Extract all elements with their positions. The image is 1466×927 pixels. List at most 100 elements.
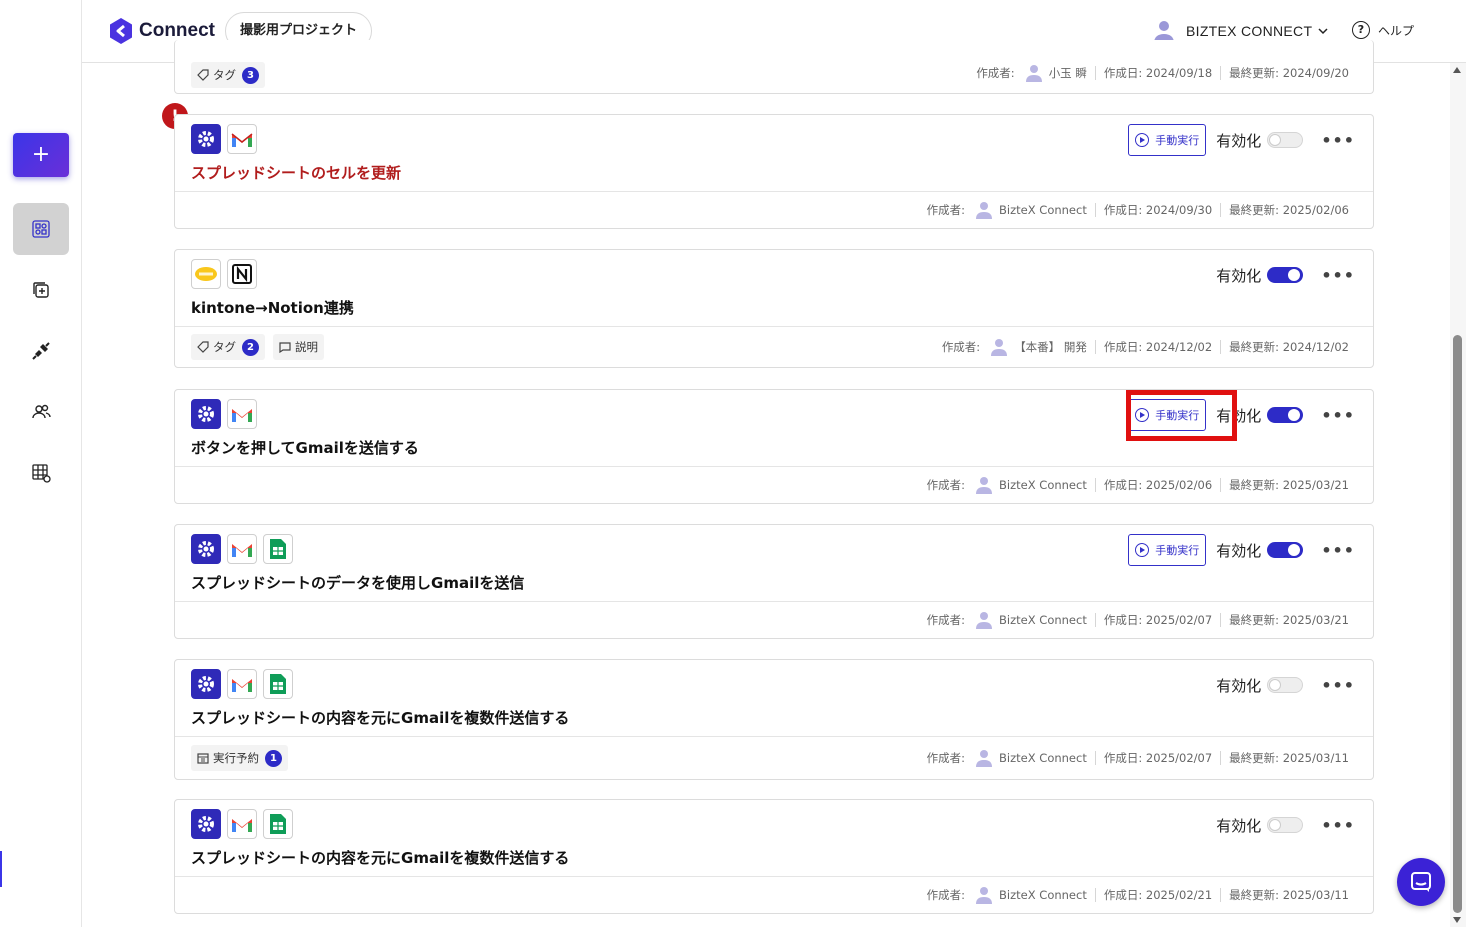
enable-toggle[interactable] (1267, 267, 1304, 283)
created-date: 2025/02/07 (1145, 613, 1213, 627)
creator-avatar-icon (991, 339, 1008, 356)
workflows-icon (32, 220, 50, 238)
creator-name: BizteX Connect (999, 751, 1087, 765)
description-chip[interactable]: 説明 (273, 334, 324, 360)
workflow-title[interactable]: スプレッドシートの内容を元にGmailを複数件送信する (191, 707, 569, 728)
scrollbar-thumb[interactable] (1453, 335, 1462, 913)
manual-run-button[interactable]: 手動実行 (1128, 534, 1207, 566)
enable-label: 有効化 (1216, 266, 1262, 285)
created-label: 作成日: (1103, 888, 1143, 902)
play-icon (1135, 543, 1150, 557)
left-sidebar: + (0, 0, 82, 927)
highlight-annotation-box (1126, 390, 1237, 441)
google-sheets-app-icon (263, 534, 293, 564)
creator-label: 作成者: (976, 66, 1015, 80)
tag-label: タグ (213, 340, 236, 354)
workflow-card[interactable]: kintone→Notion連携 有効化 ••• タグ 2 説明 作成者: 【本… (174, 249, 1374, 368)
updated-date: 2025/02/06 (1282, 203, 1349, 217)
sidebar-item-templates[interactable] (13, 264, 69, 316)
workflow-card[interactable]: スプレッドシートのデータを使用しGmailを送信 手動実行 有効化 ••• 作成… (174, 524, 1374, 639)
workflow-card[interactable]: スプレッドシートの内容を元にGmailを複数件送信する 有効化 ••• 作成者:… (174, 799, 1374, 914)
creator-name: BizteX Connect (999, 888, 1087, 902)
created-label: 作成日: (1103, 478, 1143, 492)
more-options-icon[interactable]: ••• (1321, 676, 1355, 695)
scheduled-run-chip[interactable]: 実行予約 1 (191, 745, 288, 771)
google-sheets-app-icon (263, 669, 293, 699)
enable-toggle[interactable] (1267, 542, 1304, 558)
gmail-app-icon (227, 399, 257, 429)
more-options-icon[interactable]: ••• (1321, 406, 1355, 425)
workflow-title[interactable]: スプレッドシートのセルを更新 (191, 162, 401, 183)
scheduled-count-badge: 1 (265, 749, 282, 767)
creator-avatar-icon (976, 202, 993, 219)
created-date: 2024/09/18 (1145, 66, 1213, 80)
tag-icon (197, 69, 209, 81)
help-link[interactable]: ? ヘルプ (1352, 21, 1414, 39)
user-name: BIZTEX CONNECT (1186, 23, 1313, 39)
more-options-icon[interactable]: ••• (1321, 816, 1355, 835)
creator-name: BizteX Connect (999, 613, 1087, 627)
updated-date: 2024/12/02 (1282, 340, 1349, 354)
workflow-card[interactable]: スプレッドシートのセルを更新 手動実行 有効化 ••• 作成者: BizteX … (174, 114, 1374, 229)
settings-app-icon (191, 669, 221, 699)
updated-date: 2025/03/21 (1282, 613, 1349, 627)
enable-toggle[interactable] (1267, 407, 1304, 423)
sidebar-item-members[interactable] (13, 386, 69, 438)
play-icon (1135, 133, 1150, 147)
creator-name: BizteX Connect (999, 478, 1087, 492)
calendar-icon (197, 753, 209, 764)
workflow-card[interactable]: スプレッドシートの内容を元にGmailを複数件送信する 有効化 ••• 実行予約… (174, 659, 1374, 780)
gmail-app-icon (227, 124, 257, 154)
create-workflow-button[interactable]: + (13, 133, 69, 177)
created-label: 作成日: (1103, 340, 1143, 354)
created-date: 2025/02/21 (1145, 888, 1213, 902)
more-options-icon[interactable]: ••• (1321, 131, 1355, 150)
sidebar-item-workflows[interactable] (13, 203, 69, 255)
creator-label: 作成者: (926, 613, 966, 627)
enable-toggle[interactable] (1267, 677, 1304, 693)
google-sheets-app-icon (263, 809, 293, 839)
connect-logo-icon (110, 18, 132, 44)
scheduled-label: 実行予約 (213, 751, 259, 765)
creator-avatar-icon (976, 612, 993, 629)
created-date: 2025/02/07 (1145, 751, 1213, 765)
tag-chip[interactable]: タグ 3 (191, 62, 265, 88)
chat-icon (1411, 872, 1431, 892)
creator-label: 作成者: (926, 478, 966, 492)
workflow-card-partial[interactable]: タグ 3 作成者: 小玉 瞬 作成日: 2024/09/18 最終更新: 202… (174, 40, 1374, 94)
sidebar-item-datastore[interactable] (13, 447, 69, 499)
sidebar-edge-marker (0, 851, 2, 887)
manual-run-button[interactable]: 手動実行 (1128, 124, 1207, 156)
workflow-title[interactable]: スプレッドシートのデータを使用しGmailを送信 (191, 572, 524, 593)
connections-icon (32, 342, 50, 360)
workflow-title[interactable]: ボタンを押してGmailを送信する (191, 437, 419, 458)
enable-toggle[interactable] (1267, 817, 1304, 833)
updated-date: 2025/03/11 (1282, 751, 1349, 765)
updated-label: 最終更新: (1229, 340, 1280, 354)
vertical-scrollbar[interactable] (1450, 63, 1466, 927)
created-label: 作成日: (1103, 613, 1143, 627)
enable-label: 有効化 (1216, 676, 1262, 695)
enable-toggle[interactable] (1267, 132, 1304, 148)
tag-count-badge: 2 (242, 338, 259, 356)
creator-avatar-icon (1025, 65, 1042, 82)
gmail-app-icon (227, 534, 257, 564)
creator-label: 作成者: (926, 751, 966, 765)
more-options-icon[interactable]: ••• (1321, 541, 1355, 560)
workflow-title[interactable]: kintone→Notion連携 (191, 297, 354, 318)
creator-avatar-icon (976, 477, 993, 494)
members-icon (32, 404, 51, 419)
creator-name: 小玉 瞬 (1048, 66, 1087, 80)
scroll-down-icon[interactable] (1453, 917, 1461, 923)
created-label: 作成日: (1103, 751, 1143, 765)
scroll-up-icon[interactable] (1453, 67, 1461, 73)
tag-label: タグ (213, 68, 236, 82)
updated-label: 最終更新: (1229, 66, 1280, 80)
sidebar-item-connections[interactable] (13, 325, 69, 377)
workflow-title[interactable]: スプレッドシートの内容を元にGmailを複数件送信する (191, 847, 569, 868)
description-label: 説明 (295, 340, 318, 354)
chevron-down-icon (1318, 28, 1328, 35)
more-options-icon[interactable]: ••• (1321, 266, 1355, 285)
chat-support-button[interactable] (1397, 858, 1445, 906)
tag-chip[interactable]: タグ 2 (191, 334, 265, 360)
